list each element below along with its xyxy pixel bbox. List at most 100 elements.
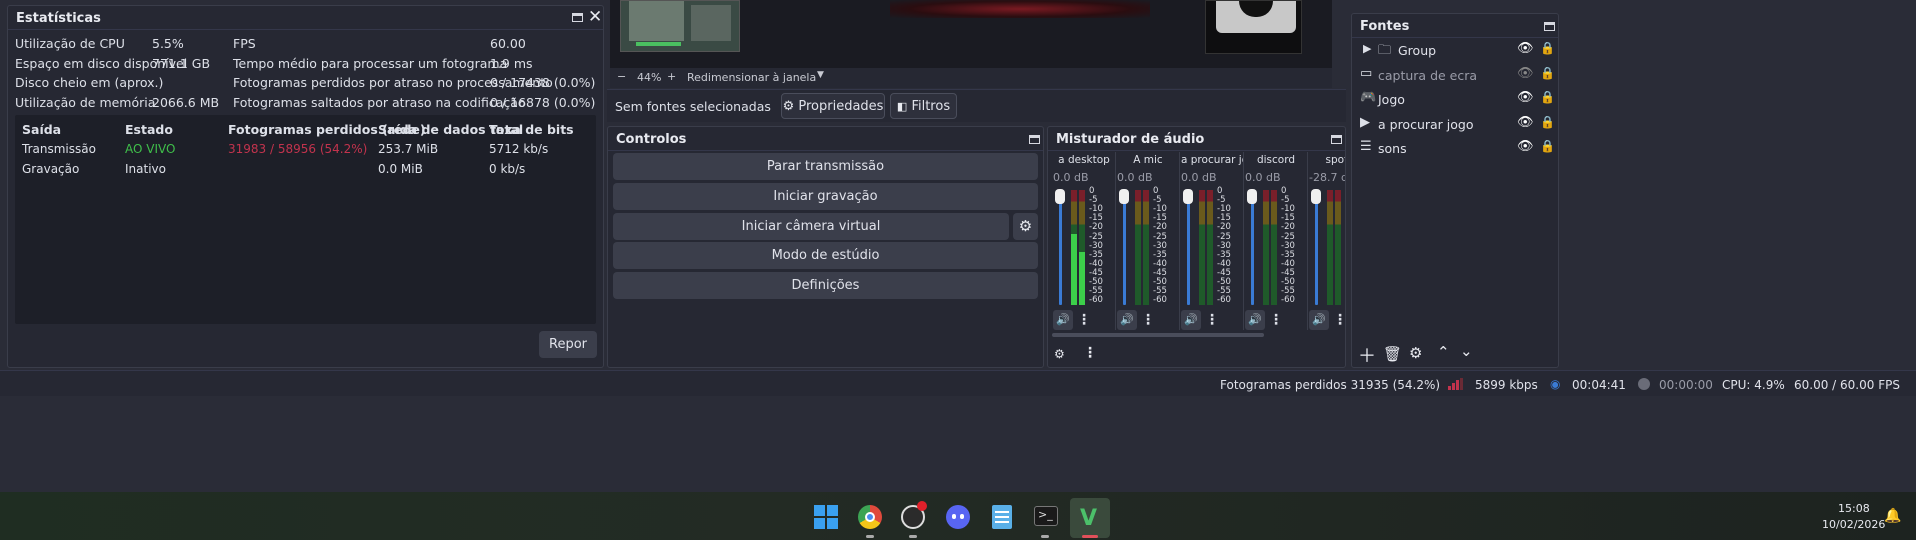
meter-tick-label: -35 [1345, 250, 1346, 260]
source-name: a procurar jogo [1378, 116, 1474, 132]
notepad-icon[interactable] [992, 505, 1012, 529]
play-icon: ▶ [1360, 114, 1370, 130]
source-name: Group [1398, 43, 1437, 58]
more-vertical-icon[interactable]: ⋮ [1077, 310, 1091, 330]
meter-tick-label: -15 [1345, 213, 1346, 223]
meter-tick-label: -5 [1345, 195, 1346, 205]
undock-icon[interactable] [572, 13, 583, 22]
status-rec-time: 00:00:00 [1659, 378, 1713, 392]
chevron-down-icon[interactable]: ⌄ [1460, 342, 1473, 360]
volume-fader-handle[interactable] [1183, 189, 1193, 204]
live-icon: ◉ [1550, 377, 1561, 391]
eye-icon[interactable]: 👁 [1517, 90, 1534, 105]
more-vertical-icon[interactable]: ⋮ [1141, 310, 1155, 330]
mixer-channels: a desktop 0.0 dB 0 -5 -10 -15 -20 -25 -30 -35 -40-… [1048, 152, 1346, 332]
close-icon[interactable]: ✕ [588, 7, 602, 27]
chevron-up-icon[interactable]: ⌃ [1437, 343, 1450, 361]
table-header: Taxa de bits [489, 122, 574, 137]
trash-icon[interactable]: 🗑 [1383, 345, 1402, 363]
virtual-camera-settings-button[interactable]: ⚙ [1013, 213, 1038, 240]
volume-fader-handle[interactable] [1055, 189, 1065, 204]
stat-value: 1.9 ms [490, 55, 533, 71]
meter-tick-label: -30 [1345, 241, 1346, 251]
zoom-in-button[interactable]: + [667, 70, 676, 83]
more-vertical-icon[interactable]: ⋮ [1333, 310, 1345, 330]
vim-icon-active[interactable]: V [1070, 498, 1110, 538]
eye-off-icon[interactable]: 👁 [1517, 66, 1534, 81]
eye-icon[interactable]: 👁 [1517, 41, 1534, 56]
stat-value: 5.5% [152, 36, 184, 51]
undock-icon[interactable] [1544, 22, 1555, 31]
windows-start-icon[interactable] [814, 505, 838, 529]
lock-icon[interactable]: 🔒 [1540, 41, 1555, 55]
source-item[interactable]: ▭ captura de ecra 👁 🔒 [1352, 63, 1558, 87]
meter-tick-label: -60 [1089, 295, 1103, 306]
signal-bars-icon [1448, 378, 1464, 390]
status-bar: Fotogramas perdidos 31935 (54.2%) 5899 k… [0, 370, 1916, 396]
mixer-channel: spoty -28.7 dB0-5-10-15-20-25-30-35-40-45… [1309, 152, 1346, 332]
lock-icon[interactable]: 🔒 [1540, 90, 1555, 104]
meter-tick-label: -50 [1345, 277, 1346, 287]
controls-panel: Controlos Parar transmissão Iniciar grav… [607, 126, 1044, 368]
speaker-icon[interactable]: 🔊 [1053, 310, 1073, 330]
folder-icon: 🗀 [1378, 43, 1392, 58]
mixer-channel: discord 0.0 dB 0 -5 -10 -15 -20 -25 -30 -35 -40 -45… [1245, 152, 1308, 332]
studio-mode-button[interactable]: Modo de estúdio [613, 242, 1038, 269]
stop-stream-button[interactable]: Parar transmissão [613, 153, 1038, 180]
preview-scene-red [890, 0, 1150, 18]
level-meter-fill [1071, 234, 1077, 305]
eye-icon[interactable]: 👁 [1517, 115, 1534, 130]
notification-bell-icon[interactable]: 🔔 [1884, 508, 1901, 524]
properties-button[interactable]: ⚙ Propriedades [781, 93, 885, 119]
settings-button[interactable]: Definições [613, 272, 1038, 299]
lock-icon[interactable]: 🔒 [1540, 115, 1555, 129]
terminal-icon[interactable]: >_ [1034, 506, 1058, 526]
speaker-icon[interactable]: 🔊 [1181, 310, 1201, 330]
more-vertical-icon[interactable]: ⋮ [1269, 310, 1283, 330]
speaker-icon[interactable]: 🔊 [1117, 310, 1137, 330]
resize-to-window[interactable]: Redimensionar à janela [687, 71, 816, 84]
preview-canvas[interactable] [610, 0, 1332, 68]
advanced-audio-gear-icon[interactable]: ⚙ [1054, 347, 1065, 361]
lock-icon[interactable]: 🔒 [1540, 139, 1555, 153]
preview-toolbar: − 44% + Redimensionar à janela ▼ [610, 68, 1332, 88]
volume-fader-handle[interactable] [1311, 189, 1321, 204]
gear-icon[interactable]: ⚙ [1409, 344, 1422, 362]
obs-icon[interactable] [901, 501, 927, 529]
volume-fader-handle[interactable] [1119, 189, 1129, 204]
more-vertical-icon[interactable]: ⋮ [1083, 345, 1097, 361]
lock-icon[interactable]: 🔒 [1540, 66, 1555, 80]
source-item[interactable]: ▶ 🗀 Group 👁 🔒 [1352, 38, 1558, 62]
expand-triangle-icon[interactable]: ▶ [1363, 42, 1371, 55]
mixer-scrollbar[interactable] [1052, 333, 1264, 337]
undock-icon[interactable] [1029, 135, 1040, 144]
volume-fader-handle[interactable] [1247, 189, 1257, 204]
mixer-channel: A mic 0.0 dB 0 -5 -10 -15 -20 -25 -30 -35 -40 -45 -5… [1117, 152, 1180, 332]
source-item[interactable]: ▶ a procurar jogo 👁 🔒 [1352, 112, 1558, 136]
mixer-channel: a desktop 0.0 dB 0 -5 -10 -15 -20 -25 -30 -35 -40-… [1053, 152, 1116, 332]
add-source-icon[interactable]: ＋ [1358, 342, 1376, 368]
filters-button[interactable]: ◧ Filtros [890, 93, 957, 119]
speaker-icon[interactable]: 🔊 [1309, 310, 1329, 330]
meter-tick-label: -45 [1345, 268, 1346, 278]
status-cpu: CPU: 4.9% [1722, 378, 1785, 392]
start-recording-button[interactable]: Iniciar gravação [613, 183, 1038, 210]
more-vertical-icon[interactable]: ⋮ [1205, 310, 1219, 330]
start-virtual-camera-button[interactable]: Iniciar câmera virtual [613, 213, 1009, 240]
meter-tick-label: -40 [1345, 259, 1346, 269]
status-live-time: 00:04:41 [1572, 378, 1626, 392]
stat-value: 0 / 17438 (0.0%) [490, 75, 596, 90]
speaker-icon[interactable]: 🔊 [1245, 310, 1265, 330]
reset-button[interactable]: Repor [539, 331, 597, 358]
volume-fader-track [1123, 190, 1126, 305]
undock-icon[interactable] [1331, 135, 1342, 144]
source-item[interactable]: ☰ sons 👁 🔒 [1352, 136, 1558, 160]
chrome-icon[interactable] [858, 505, 882, 529]
source-item[interactable]: 🎮 Jogo 👁 🔒 [1352, 87, 1558, 111]
chevron-down-icon[interactable]: ▼ [817, 70, 824, 80]
eye-icon[interactable]: 👁 [1517, 139, 1534, 154]
zoom-out-button[interactable]: − [617, 70, 626, 83]
discord-icon[interactable] [946, 505, 970, 529]
mixer-title: Misturador de áudio [1048, 127, 1345, 151]
zoom-level: 44% [637, 71, 662, 84]
